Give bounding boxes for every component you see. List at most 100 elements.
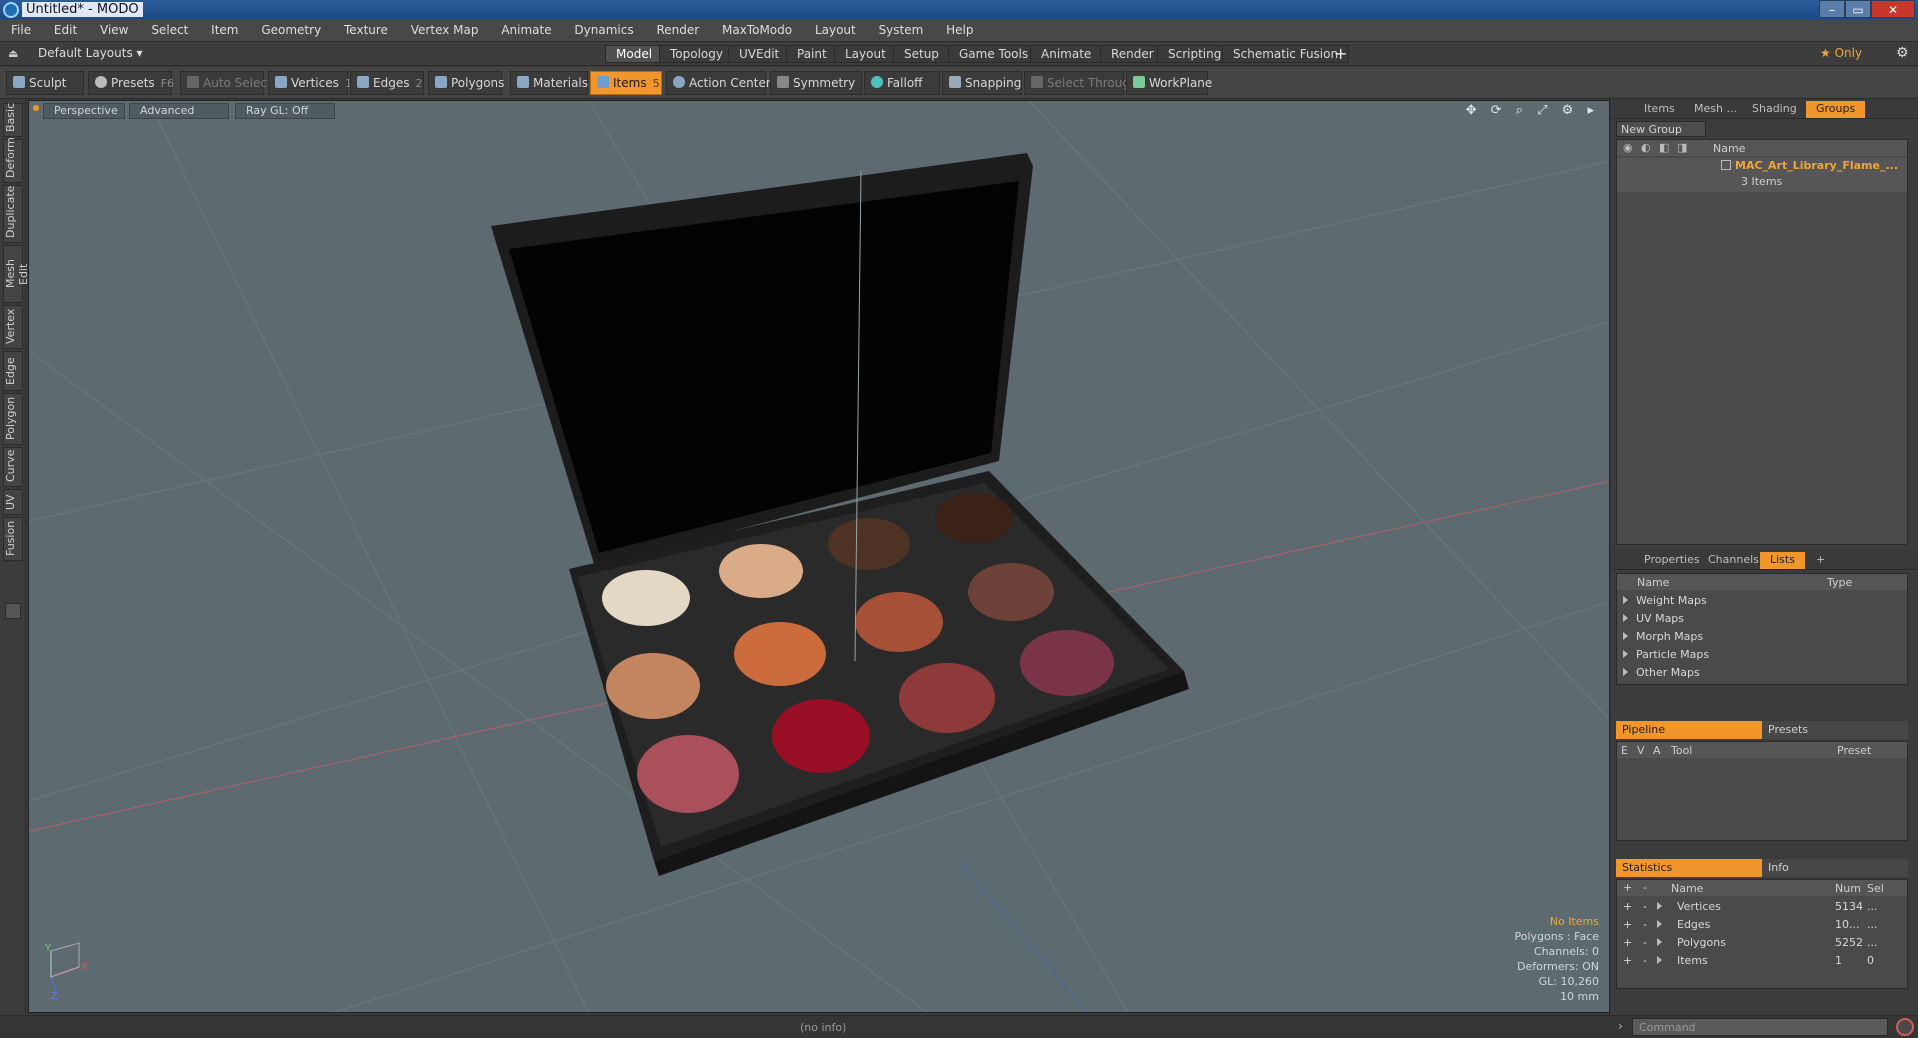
tab-render[interactable]: Render xyxy=(1100,45,1165,63)
tab-lists[interactable]: Lists xyxy=(1760,552,1805,569)
advanced-dropdown[interactable]: Advanced xyxy=(129,103,229,119)
menu-maxtomodo[interactable]: MaxToModo xyxy=(711,20,800,37)
tab-presets[interactable]: Presets xyxy=(1762,721,1908,739)
tab-statistics[interactable]: Statistics xyxy=(1616,859,1762,877)
sculpt-button[interactable]: Sculpt xyxy=(6,71,84,95)
snapping-icon xyxy=(949,76,961,88)
menu-vertex-map[interactable]: Vertex Map xyxy=(400,20,487,37)
perspective-dropdown[interactable]: Perspective xyxy=(43,103,125,119)
action-center-button[interactable]: Action Center xyxy=(666,71,771,95)
tab-model[interactable]: Model xyxy=(605,45,664,63)
tab-fusion[interactable]: Fusion xyxy=(3,517,23,561)
tab-edge[interactable]: Edge xyxy=(3,351,23,391)
snapping-button[interactable]: Snapping xyxy=(942,71,1022,95)
toggle-panel-icon[interactable] xyxy=(5,603,21,619)
viewport-nav-icons[interactable]: ✥ ⟳ ⌕ ⤢ ⚙ ▸ xyxy=(1466,103,1599,118)
tab-animate[interactable]: Animate xyxy=(1030,45,1103,63)
tab-polygon[interactable]: Polygon xyxy=(3,393,23,445)
lock-icon[interactable]: ◐ xyxy=(1641,141,1651,154)
menu-item[interactable]: Item xyxy=(200,20,246,37)
tab-setup[interactable]: Setup xyxy=(893,45,950,63)
new-group-button[interactable]: New Group xyxy=(1616,121,1706,137)
tab-schematic-fusion[interactable]: Schematic Fusion xyxy=(1222,45,1350,63)
materials-button[interactable]: Materials xyxy=(510,71,588,95)
stat-row-polygons[interactable]: + - Polygons 5252 ... xyxy=(1617,934,1907,952)
select-icon[interactable]: ◨ xyxy=(1677,141,1687,154)
vertices-button[interactable]: Vertices 1 xyxy=(268,71,352,95)
tab-deform[interactable]: Deform xyxy=(3,137,23,183)
menu-dynamics[interactable]: Dynamics xyxy=(563,20,641,37)
tab-topology[interactable]: Topology xyxy=(659,45,734,63)
polygons-button[interactable]: Polygons xyxy=(428,71,504,95)
tab-paint[interactable]: Paint xyxy=(786,45,838,63)
list-item[interactable]: Morph Maps xyxy=(1617,628,1907,646)
tab-mesh[interactable]: Mesh ... xyxy=(1684,101,1747,118)
tab-basic[interactable]: Basic xyxy=(3,103,23,137)
tab-curve[interactable]: Curve xyxy=(3,447,23,487)
window-title: Untitled* - MODO xyxy=(22,2,143,17)
layout-dropdown[interactable]: Default Layouts ▾ xyxy=(38,46,143,60)
command-arrow-icon: › xyxy=(1618,1019,1623,1033)
falloff-button[interactable]: Falloff xyxy=(864,71,940,95)
menu-geometry[interactable]: Geometry xyxy=(250,20,329,37)
list-item[interactable]: Particle Maps xyxy=(1617,646,1907,664)
menu-texture[interactable]: Texture xyxy=(333,20,396,37)
viewport-dot-icon[interactable] xyxy=(33,105,39,111)
brush-icon xyxy=(13,76,25,88)
only-toggle[interactable]: ★ Only xyxy=(1820,46,1862,60)
tab-channels[interactable]: Channels xyxy=(1698,552,1769,569)
list-item[interactable]: UV Maps xyxy=(1617,610,1907,628)
render-icon[interactable]: ◧ xyxy=(1659,141,1669,154)
tab-game-tools[interactable]: Game Tools xyxy=(948,45,1040,63)
auto-select-icon xyxy=(187,76,199,88)
items-button[interactable]: Items 5 xyxy=(590,71,662,95)
menu-select[interactable]: Select xyxy=(140,20,196,37)
left-tool-tabs: Basic Deform Duplicate Mesh Edit Vertex … xyxy=(0,99,30,1014)
tab-pipeline[interactable]: Pipeline xyxy=(1616,721,1762,739)
group-row[interactable]: MAC_Art_Library_Flame_... 3 Items xyxy=(1617,158,1907,192)
tab-layout[interactable]: Layout xyxy=(834,45,897,63)
layout-pin-icon[interactable]: ⏏ xyxy=(8,47,18,60)
menu-layout[interactable]: Layout xyxy=(804,20,864,37)
stat-row-edges[interactable]: + - Edges 10... ... xyxy=(1617,916,1907,934)
presets-button[interactable]: Presets F6 xyxy=(88,71,174,95)
workplane-button[interactable]: WorkPlane xyxy=(1126,71,1212,95)
tab-groups[interactable]: Groups xyxy=(1806,101,1866,118)
close-button[interactable]: ✕ xyxy=(1871,0,1915,18)
edges-button[interactable]: Edges 2 xyxy=(350,71,424,95)
tab-uvedit[interactable]: UVEdit xyxy=(728,45,791,63)
menu-file[interactable]: File xyxy=(0,20,39,37)
tab-mesh-edit[interactable]: Mesh Edit xyxy=(3,245,30,303)
menu-edit[interactable]: Edit xyxy=(43,20,85,37)
stat-row-items[interactable]: + - Items 1 0 xyxy=(1617,952,1907,970)
add-tab-icon[interactable]: + xyxy=(1806,552,1835,569)
tab-vertex[interactable]: Vertex xyxy=(3,305,23,349)
tab-items[interactable]: Items xyxy=(1634,101,1685,118)
tab-shading[interactable]: Shading xyxy=(1742,101,1807,118)
info-channels: Channels: 0 xyxy=(1533,945,1599,958)
menu-help[interactable]: Help xyxy=(935,20,981,37)
list-item[interactable]: Other Maps xyxy=(1617,664,1907,682)
symmetry-button[interactable]: Symmetry xyxy=(770,71,862,95)
tab-duplicate[interactable]: Duplicate xyxy=(3,185,23,243)
tab-info[interactable]: Info xyxy=(1762,859,1908,877)
menu-view[interactable]: View xyxy=(89,20,136,37)
raygl-toggle[interactable]: Ray GL: Off xyxy=(235,103,335,119)
auto-select-button[interactable]: Auto Select xyxy=(180,71,272,95)
command-input[interactable]: Command xyxy=(1632,1018,1888,1036)
stat-row-vertices[interactable]: + - Vertices 5134 ... xyxy=(1617,898,1907,916)
scene-render[interactable] xyxy=(29,101,1610,1013)
eye-icon[interactable]: ◉ xyxy=(1623,141,1633,154)
tab-uv[interactable]: UV xyxy=(3,489,23,515)
minimize-button[interactable]: – xyxy=(1819,0,1845,18)
list-item[interactable]: Weight Maps xyxy=(1617,592,1907,610)
maximize-button[interactable]: ▭ xyxy=(1845,0,1871,18)
menu-animate[interactable]: Animate xyxy=(490,20,559,37)
3d-viewport[interactable]: Y X Z Perspective Advanced Ray GL: Off ✥… xyxy=(28,100,1610,1013)
select-through-button[interactable]: Select Through xyxy=(1024,71,1138,95)
menu-render[interactable]: Render xyxy=(645,20,707,37)
gear-icon[interactable]: ⚙ xyxy=(1896,45,1909,61)
menu-system[interactable]: System xyxy=(868,20,932,37)
add-tab-button[interactable]: + xyxy=(1334,44,1347,63)
command-history-icon[interactable] xyxy=(1896,1018,1914,1036)
